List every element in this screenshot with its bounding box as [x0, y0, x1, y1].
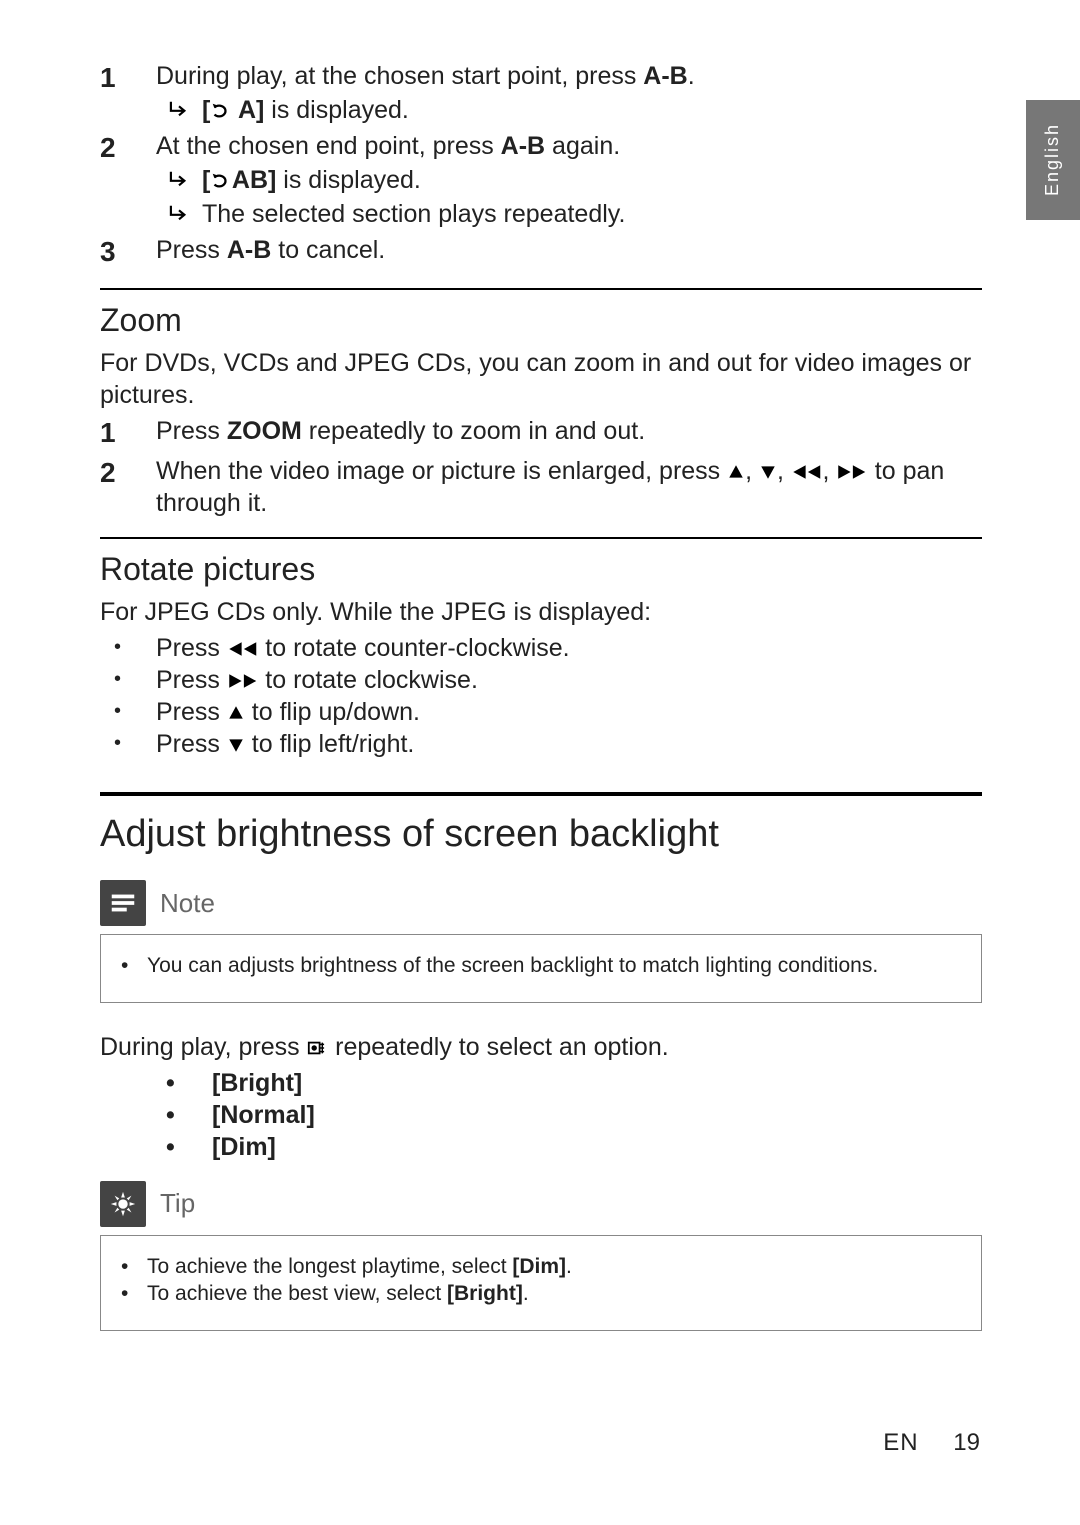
- step-text: At the chosen end point, press A-B again…: [156, 130, 982, 162]
- bullet: •: [100, 664, 156, 696]
- language-tab: English: [1026, 100, 1080, 220]
- step-body: At the chosen end point, press A-B again…: [156, 130, 982, 230]
- step-1: 1 Press ZOOM repeatedly to zoom in and o…: [100, 415, 982, 451]
- step-result: [AB] is displayed.: [156, 164, 982, 196]
- step-text: When the video image or picture is enlar…: [156, 455, 982, 519]
- list-item: •Press to flip left/right.: [100, 728, 982, 760]
- bullet: •: [100, 632, 156, 664]
- footer-page: 19: [953, 1429, 980, 1456]
- bullet: •: [121, 1254, 147, 1281]
- language-tab-label: English: [1041, 123, 1064, 196]
- brightness-button-icon: [307, 1033, 329, 1061]
- rotate-intro: For JPEG CDs only. While the JPEG is dis…: [100, 596, 982, 628]
- down-triangle-icon: [759, 457, 777, 485]
- step-1: 1 During play, at the chosen start point…: [100, 60, 982, 126]
- rewind-icon: [227, 634, 259, 662]
- bullet: •: [121, 953, 147, 980]
- footer-lang: EN: [883, 1429, 918, 1456]
- result-text: The selected section plays repeatedly.: [202, 198, 625, 230]
- option-normal: [Normal]: [160, 1099, 982, 1131]
- step-result: The selected section plays repeatedly.: [156, 198, 982, 230]
- repeat-icon: [210, 96, 232, 124]
- list-item: •Press to rotate counter-clockwise.: [100, 632, 982, 664]
- tip-icon: [100, 1181, 146, 1227]
- divider: [100, 537, 982, 539]
- result-arrow-icon: [156, 198, 202, 230]
- tip-item: •To achieve the best view, select [Brigh…: [121, 1281, 961, 1308]
- note-icon: [100, 880, 146, 926]
- zoom-steps: 1 Press ZOOM repeatedly to zoom in and o…: [100, 415, 982, 519]
- note-callout: Note •You can adjusts brightness of the …: [100, 880, 982, 1003]
- zoom-intro: For DVDs, VCDs and JPEG CDs, you can zoo…: [100, 347, 982, 411]
- rewind-icon: [791, 457, 823, 485]
- callout-title: Tip: [160, 1187, 195, 1220]
- step-number: 3: [100, 234, 156, 270]
- tip-item: •To achieve the longest playtime, select…: [121, 1254, 961, 1281]
- result-arrow-icon: [156, 164, 202, 196]
- up-triangle-icon: [727, 457, 745, 485]
- step-number: 1: [100, 60, 156, 126]
- page-footer: EN 19: [883, 1428, 980, 1459]
- list-item: •Press to rotate clockwise.: [100, 664, 982, 696]
- option-dim: [Dim]: [160, 1131, 982, 1163]
- zoom-heading: Zoom: [100, 300, 982, 341]
- bullet: •: [121, 1281, 147, 1308]
- callout-header: Tip: [100, 1181, 982, 1227]
- result-text: [ A] is displayed.: [202, 94, 409, 126]
- section-divider: [100, 792, 982, 796]
- list-item: •Press to flip up/down.: [100, 696, 982, 728]
- bullet: •: [100, 728, 156, 760]
- callout-body: •To achieve the longest playtime, select…: [100, 1235, 982, 1331]
- down-triangle-icon: [227, 730, 245, 758]
- up-triangle-icon: [227, 698, 245, 726]
- step-number: 2: [100, 455, 156, 519]
- ab-repeat-steps: 1 During play, at the chosen start point…: [100, 60, 982, 270]
- fast-forward-icon: [836, 457, 868, 485]
- bullet: •: [100, 696, 156, 728]
- result-text: [AB] is displayed.: [202, 164, 421, 196]
- note-item: •You can adjusts brightness of the scree…: [121, 953, 961, 980]
- step-2: 2 At the chosen end point, press A-B aga…: [100, 130, 982, 230]
- step-text: During play, at the chosen start point, …: [156, 60, 982, 92]
- step-2: 2 When the video image or picture is enl…: [100, 455, 982, 519]
- step-3: 3 Press A-B to cancel.: [100, 234, 982, 270]
- callout-title: Note: [160, 887, 215, 920]
- callout-body: •You can adjusts brightness of the scree…: [100, 934, 982, 1003]
- tip-callout: Tip •To achieve the longest playtime, se…: [100, 1181, 982, 1331]
- repeat-icon: [210, 166, 232, 194]
- step-body: During play, at the chosen start point, …: [156, 60, 982, 126]
- result-arrow-icon: [156, 94, 202, 126]
- brightness-instruction: During play, press repeatedly to select …: [100, 1031, 982, 1063]
- divider: [100, 288, 982, 290]
- brightness-options: [Bright] [Normal] [Dim]: [160, 1067, 982, 1163]
- fast-forward-icon: [227, 666, 259, 694]
- step-number: 1: [100, 415, 156, 451]
- brightness-heading: Adjust brightness of screen backlight: [100, 810, 982, 859]
- step-text: Press ZOOM repeatedly to zoom in and out…: [156, 415, 982, 451]
- option-bright: [Bright]: [160, 1067, 982, 1099]
- rotate-list: •Press to rotate counter-clockwise. •Pre…: [100, 632, 982, 760]
- step-number: 2: [100, 130, 156, 230]
- step-body: Press A-B to cancel.: [156, 234, 982, 270]
- callout-header: Note: [100, 880, 982, 926]
- rotate-heading: Rotate pictures: [100, 549, 982, 590]
- step-result: [ A] is displayed.: [156, 94, 982, 126]
